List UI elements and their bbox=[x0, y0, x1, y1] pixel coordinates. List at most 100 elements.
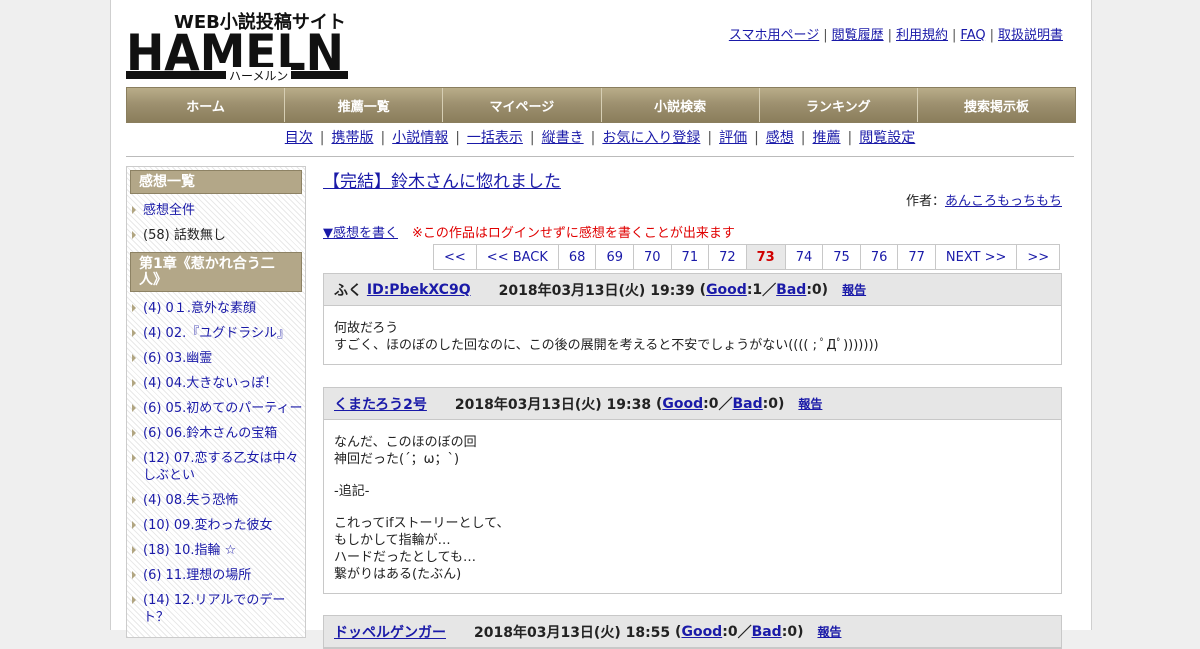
write-comment-link[interactable]: ▼感想を書く bbox=[323, 226, 398, 241]
page-number[interactable]: 72 bbox=[709, 245, 747, 269]
sidebar-item[interactable]: (18) 10.指輪 ☆ bbox=[127, 542, 305, 559]
subnav-view-settings[interactable]: 閲覧設定 bbox=[859, 130, 915, 146]
bad-link[interactable]: Bad bbox=[752, 624, 782, 640]
page-back[interactable]: << BACK bbox=[477, 245, 559, 269]
sidebar-item[interactable]: (6) 05.初めてのパーティー bbox=[127, 400, 305, 417]
page-next[interactable]: NEXT >> bbox=[936, 245, 1018, 269]
triangle-bullet-icon bbox=[132, 496, 136, 505]
sidebar-item[interactable]: (10) 09.変わった彼女 bbox=[127, 517, 305, 534]
good-link[interactable]: Good bbox=[662, 396, 703, 412]
triangle-bullet-icon bbox=[132, 429, 136, 438]
hameln-logo[interactable]: WEB小説投稿サイト HAMELN ハーメルン bbox=[126, 8, 348, 82]
sidebar-episode-link[interactable]: (4) 08.失う恐怖 bbox=[143, 493, 238, 508]
subnav-rating[interactable]: 評価 bbox=[719, 130, 747, 146]
sidebar-episode-link[interactable]: (12) 07.恋する乙女は中々しぶとい bbox=[143, 451, 299, 483]
subnav-favorite[interactable]: お気に入り登録 bbox=[602, 130, 700, 146]
comment-line: もしかして指輪が… bbox=[334, 533, 451, 548]
comment-card: ふく ID:PbekXC9Q 2018年03月13日(火) 19:39 (Goo… bbox=[323, 273, 1062, 365]
nav-ranking[interactable]: ランキング bbox=[759, 88, 918, 122]
page-last[interactable]: >> bbox=[1017, 245, 1059, 269]
report-link[interactable]: 報告 bbox=[798, 395, 822, 412]
page-first[interactable]: << bbox=[434, 245, 477, 269]
triangle-bullet-icon bbox=[132, 521, 136, 530]
good-link[interactable]: Good bbox=[681, 624, 722, 640]
nav-recommend-list[interactable]: 推薦一覧 bbox=[285, 88, 444, 122]
subnav-toc[interactable]: 目次 bbox=[285, 130, 313, 146]
good-count: 0 bbox=[708, 395, 719, 412]
sidebar-episode-link[interactable]: (14) 12.リアルでのデート？ bbox=[143, 593, 285, 625]
good-link[interactable]: Good bbox=[706, 282, 747, 298]
sidebar-item[interactable]: (6) 03.幽霊 bbox=[127, 350, 305, 367]
comment-line: -追記- bbox=[334, 484, 370, 499]
sidebar-episode-link[interactable]: (6) 06.鈴木さんの宝箱 bbox=[143, 426, 277, 441]
sidebar-item[interactable]: (12) 07.恋する乙女は中々しぶとい bbox=[127, 450, 305, 484]
nav-home[interactable]: ホーム bbox=[127, 88, 286, 122]
sidebar-item[interactable]: 感想全件 bbox=[127, 202, 305, 219]
sidebar-episode-link[interactable]: (4) 02.『ユグドラシル』 bbox=[143, 326, 290, 341]
page-number[interactable]: 75 bbox=[823, 245, 861, 269]
novel-sub-nav: 目次 | 携帯版 | 小説情報 | 一括表示 | 縦書き | お気に入り登録 | 評価 | 感想 | 推薦 | 閲覧… bbox=[284, 130, 916, 146]
good-count: 0 bbox=[727, 623, 738, 640]
sidebar-item: (58) 話数無し bbox=[127, 227, 305, 244]
sidebar-item[interactable]: (4) 04.大きないっぽ！ bbox=[127, 375, 305, 392]
sidebar-item[interactable]: (14) 12.リアルでのデート？ bbox=[127, 592, 305, 626]
comment-line: ハードだったとしても… bbox=[334, 550, 476, 565]
page-number[interactable]: 76 bbox=[861, 245, 899, 269]
triangle-bullet-icon bbox=[132, 231, 136, 240]
subnav-recommend[interactable]: 推薦 bbox=[813, 130, 841, 146]
subnav-mobile[interactable]: 携帯版 bbox=[331, 130, 373, 146]
commenter-name-link[interactable]: ドッペルゲンガー bbox=[334, 622, 446, 642]
page-number[interactable]: 77 bbox=[898, 245, 936, 269]
commenter-name-link[interactable]: くまたろう2号 bbox=[334, 394, 427, 414]
sidebar-item[interactable]: (4) 0１.意外な素顔 bbox=[127, 300, 305, 317]
nav-mypage[interactable]: マイページ bbox=[443, 88, 602, 122]
sidebar-episode-link[interactable]: (10) 09.変わった彼女 bbox=[143, 518, 273, 533]
subnav-show-all[interactable]: 一括表示 bbox=[467, 130, 523, 146]
bad-link[interactable]: Bad bbox=[732, 396, 762, 412]
page-number[interactable]: 71 bbox=[672, 245, 710, 269]
page-number[interactable]: 74 bbox=[786, 245, 824, 269]
sidebar-item[interactable]: (4) 02.『ユグドラシル』 bbox=[127, 325, 305, 342]
top-link-smartphone[interactable]: スマホ用ページ bbox=[729, 28, 819, 43]
subnav-novel-info[interactable]: 小説情報 bbox=[392, 130, 448, 146]
comment-header: ふく ID:PbekXC9Q 2018年03月13日(火) 19:39 (Goo… bbox=[324, 274, 1061, 306]
comment-paragraph: これってifストーリーとして、 もしかして指輪が… ハードだったとしても… 繋が… bbox=[334, 515, 1051, 583]
commenter-id-link[interactable]: ID:PbekXC9Q bbox=[367, 282, 471, 298]
top-link-terms[interactable]: 利用規約 bbox=[896, 28, 948, 43]
page-number[interactable]: 69 bbox=[596, 245, 634, 269]
subnav-comments[interactable]: 感想 bbox=[766, 130, 794, 146]
nav-search-board[interactable]: 捜索掲示板 bbox=[917, 88, 1076, 122]
top-link-manual[interactable]: 取扱説明書 bbox=[998, 28, 1063, 43]
triangle-bullet-icon bbox=[132, 546, 136, 555]
top-link-history[interactable]: 閲覧履歴 bbox=[832, 28, 884, 43]
novel-title-link[interactable]: 【完結】鈴木さんに惚れました bbox=[323, 172, 561, 192]
triangle-bullet-icon bbox=[132, 571, 136, 580]
sidebar-item[interactable]: (6) 06.鈴木さんの宝箱 bbox=[127, 425, 305, 442]
sidebar-episode-link[interactable]: (6) 05.初めてのパーティー bbox=[143, 401, 302, 416]
sidebar-item[interactable]: (6) 11.理想の場所 bbox=[127, 567, 305, 584]
page-number[interactable]: 68 bbox=[559, 245, 597, 269]
sidebar-episode-link[interactable]: (6) 11.理想の場所 bbox=[143, 568, 251, 583]
comment-card: ドッペルゲンガー 2018年03月13日(火) 18:55 (Good:0 ／ Ba… bbox=[323, 615, 1062, 649]
sidebar-link-all[interactable]: 感想全件 bbox=[143, 203, 195, 218]
report-link[interactable]: 報告 bbox=[817, 623, 841, 640]
subnav-vertical[interactable]: 縦書き bbox=[542, 130, 584, 146]
sidebar-item[interactable]: (4) 08.失う恐怖 bbox=[127, 492, 305, 509]
triangle-bullet-icon bbox=[132, 379, 136, 388]
guest-comment-notice: ※この作品はログインせずに感想を書くことが出来ます bbox=[412, 226, 735, 241]
top-link-faq[interactable]: FAQ bbox=[960, 28, 985, 43]
sidebar-episode-link[interactable]: (4) 0１.意外な素顔 bbox=[143, 301, 256, 316]
page-current: 73 bbox=[746, 245, 786, 269]
sidebar-episode-link[interactable]: (6) 03.幽霊 bbox=[143, 351, 212, 366]
nav-novel-search[interactable]: 小説検索 bbox=[601, 88, 760, 122]
comment-body: なんだ、このほのぼの回 神回だった(´；ω；`) -追記- これってifストーリ… bbox=[324, 420, 1061, 593]
author-link[interactable]: あんころもっちもち bbox=[945, 194, 1062, 209]
comment-line: 神回だった(´；ω；`) bbox=[334, 452, 460, 467]
report-link[interactable]: 報告 bbox=[842, 281, 866, 298]
comment-line: 繋がりはある(たぶん) bbox=[334, 567, 462, 582]
page-number[interactable]: 70 bbox=[634, 245, 672, 269]
comment-paragraph: -追記- bbox=[334, 483, 1051, 500]
bad-link[interactable]: Bad bbox=[776, 282, 806, 298]
sidebar-episode-link[interactable]: (18) 10.指輪 ☆ bbox=[143, 543, 236, 558]
sidebar-episode-link[interactable]: (4) 04.大きないっぽ！ bbox=[143, 376, 277, 391]
